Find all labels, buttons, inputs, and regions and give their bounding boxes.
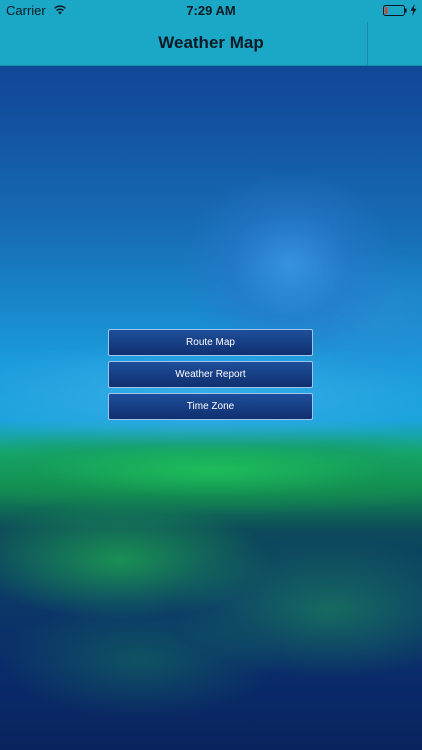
- main-menu: Route Map Weather Report Time Zone: [108, 329, 313, 425]
- navigation-bar: Weather Map: [0, 22, 422, 66]
- weather-report-button[interactable]: Weather Report: [108, 361, 313, 388]
- status-time: 7:29 AM: [186, 3, 236, 18]
- route-map-button[interactable]: Route Map: [108, 329, 313, 356]
- battery-icon: [383, 5, 407, 16]
- app-screen: Carrier 7:29 AM Weather Map Route Map We…: [0, 0, 422, 750]
- page-title: Weather Map: [158, 33, 264, 52]
- time-zone-button[interactable]: Time Zone: [108, 393, 313, 420]
- charging-icon: [410, 4, 417, 16]
- status-bar: Carrier 7:29 AM: [0, 0, 422, 22]
